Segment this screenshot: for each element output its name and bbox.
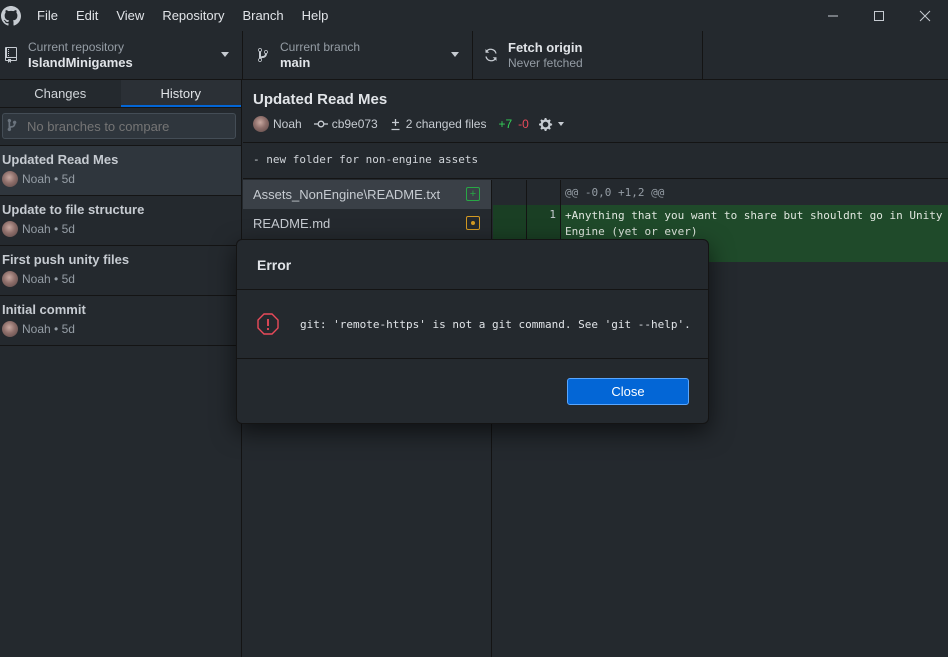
error-icon bbox=[257, 313, 279, 335]
error-message: git: 'remote-https' is not a git command… bbox=[300, 317, 691, 331]
error-dialog: Error git: 'remote-https' is not a git c… bbox=[236, 239, 709, 424]
dialog-footer: Close bbox=[237, 359, 708, 423]
dialog-title: Error bbox=[237, 240, 708, 290]
dialog-overlay: Error git: 'remote-https' is not a git c… bbox=[0, 0, 948, 657]
close-button[interactable]: Close bbox=[567, 378, 689, 405]
